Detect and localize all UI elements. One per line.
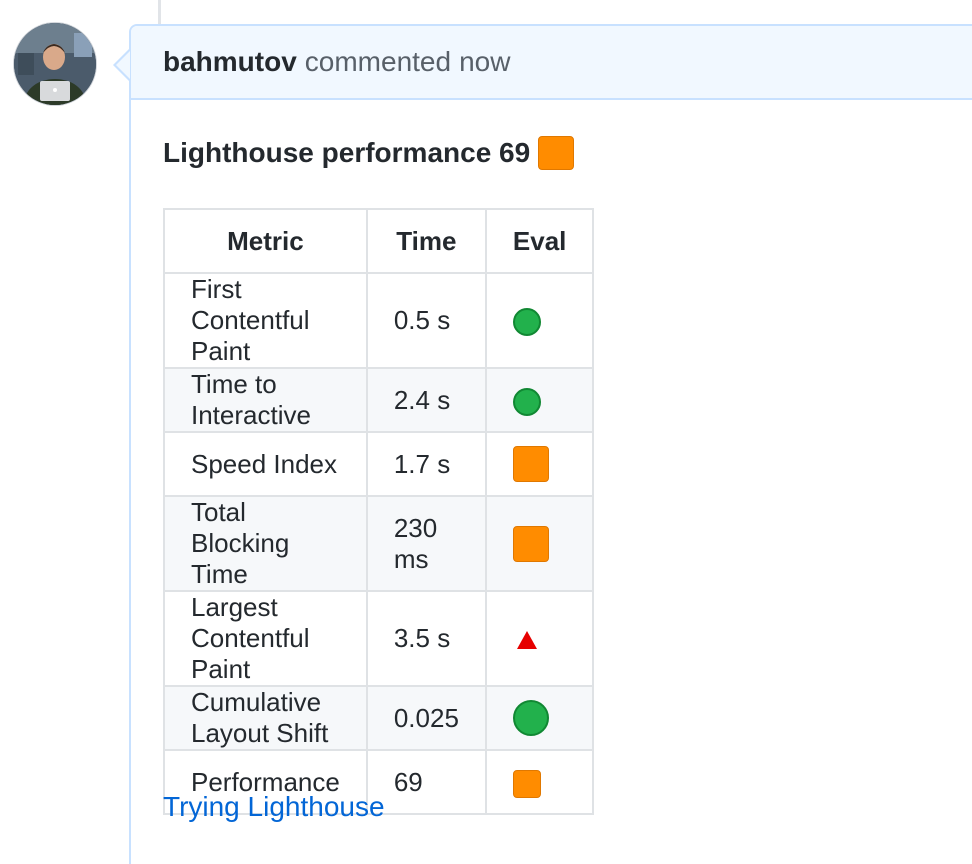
time-cell: 230 ms: [365, 495, 487, 592]
time-cell: 3.5 s: [365, 590, 487, 687]
eval-cell: [484, 685, 595, 751]
metric-cell: Speed Index: [163, 431, 368, 497]
comment-body: Lighthouse performance 69 Metric Time Ev…: [163, 136, 595, 822]
metrics-table: Metric Time Eval First Contentful Paint …: [163, 208, 595, 815]
time-cell: 1.7 s: [365, 431, 487, 497]
table-row: Time to Interactive 2.4 s: [163, 367, 595, 433]
metric-cell: Largest Contentful Paint: [163, 590, 368, 687]
eval-cell: [484, 367, 595, 433]
table-row: Speed Index 1.7 s: [163, 431, 595, 497]
trying-lighthouse-link[interactable]: Trying Lighthouse: [163, 791, 385, 823]
comment-time[interactable]: now: [459, 46, 510, 78]
avatar[interactable]: [14, 23, 96, 105]
orange-square-icon: [512, 769, 541, 798]
orange-square-icon: [538, 136, 575, 170]
heading-text: Lighthouse performance 69: [163, 137, 531, 168]
table-row: First Contentful Paint 0.5 s: [163, 272, 595, 369]
header-time: Time: [365, 208, 487, 274]
eval-cell: [484, 495, 595, 592]
time-cell: 0.025: [365, 685, 487, 751]
comment-header: bahmutov commented now: [131, 26, 972, 100]
eval-cell: [484, 749, 595, 815]
table-header-row: Metric Time Eval: [163, 208, 595, 274]
time-cell: 0.5 s: [365, 272, 487, 369]
green-circle-icon: [512, 387, 541, 416]
header-eval: Eval: [484, 208, 595, 274]
avatar-image: [14, 23, 96, 105]
orange-square-icon: [512, 446, 549, 482]
time-cell: 2.4 s: [365, 367, 487, 433]
eval-cell: [484, 272, 595, 369]
timeline-line: [158, 0, 161, 24]
comment-action: commented: [304, 46, 452, 77]
comment-author[interactable]: bahmutov: [163, 46, 297, 78]
green-circle-icon: [512, 308, 541, 337]
table-row: Total Blocking Time 230 ms: [163, 495, 595, 592]
metric-cell: Time to Interactive: [163, 367, 368, 433]
table-row: Largest Contentful Paint 3.5 s: [163, 590, 595, 687]
metric-cell: First Contentful Paint: [163, 272, 368, 369]
table-row: Cumulative Layout Shift 0.025: [163, 685, 595, 751]
header-metric: Metric: [163, 208, 368, 274]
metric-cell: Total Blocking Time: [163, 495, 368, 592]
orange-square-icon: [512, 525, 549, 562]
comment-box: bahmutov commented now Lighthouse perfor…: [129, 24, 972, 864]
red-triangle-icon: [516, 631, 537, 650]
time-cell: 69: [365, 749, 487, 815]
metric-cell: Cumulative Layout Shift: [163, 685, 368, 751]
eval-cell: [484, 431, 595, 497]
comment-caret-fill: [116, 51, 130, 79]
lighthouse-heading: Lighthouse performance 69: [163, 136, 575, 170]
eval-cell: [484, 590, 595, 687]
green-circle-icon: [512, 700, 549, 736]
